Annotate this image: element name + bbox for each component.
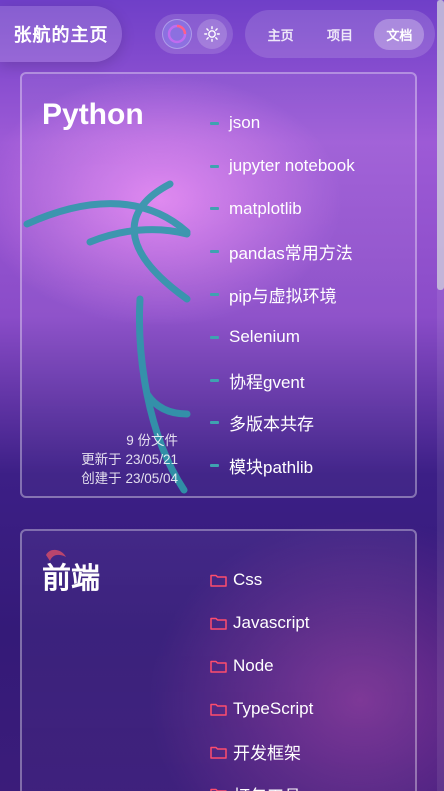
theme-color-toggle[interactable] — [161, 19, 192, 49]
doc-item-label: Selenium — [229, 327, 300, 347]
created-date: 创建于 23/05/04 — [81, 471, 178, 486]
folder-item[interactable]: 打包工具 — [210, 773, 313, 791]
folder-item[interactable]: Javascript — [210, 602, 313, 645]
dash-icon — [210, 421, 219, 425]
nav-home[interactable]: 主页 — [256, 19, 306, 50]
folder-item-label: Node — [233, 655, 274, 675]
doc-item-label: pandas常用方法 — [229, 244, 353, 264]
doc-card-python[interactable]: Python 9 份文件 更新于 23/05/21 创建于 23/05/04 j… — [20, 72, 417, 498]
scrollbar[interactable] — [437, 0, 444, 791]
folder-item[interactable]: Node — [210, 645, 313, 688]
main-nav: 主页 项目 文档 — [245, 10, 435, 58]
folder-item[interactable]: Css — [210, 559, 313, 602]
theme-color-icon — [167, 24, 186, 44]
doc-item-label: jupyter notebook — [229, 156, 355, 176]
dash-icon — [210, 464, 219, 468]
doc-card-frontend[interactable]: 前端 Css Javascript Node TypeScript 开发框架 打… — [20, 529, 417, 791]
file-count: 9 份文件 — [126, 433, 178, 448]
section-meta: 9 份文件 更新于 23/05/21 创建于 23/05/04 — [52, 431, 178, 488]
folder-item[interactable]: 开发框架 — [210, 730, 313, 773]
folder-icon — [210, 617, 227, 630]
doc-item[interactable]: json — [210, 102, 355, 145]
nav-docs[interactable]: 文档 — [374, 18, 425, 50]
doc-item-label: pip与虚拟环境 — [229, 287, 337, 307]
toggle-group — [155, 14, 233, 54]
folder-item-label: 开发框架 — [233, 744, 301, 764]
doc-item-label: matplotlib — [229, 198, 302, 218]
folder-icon — [210, 746, 227, 759]
dash-icon — [210, 335, 219, 339]
folder-item-label: 打包工具 — [233, 782, 301, 791]
folder-item-label: TypeScript — [233, 698, 314, 718]
doc-item-label: json — [229, 113, 261, 133]
section-title: Python — [42, 98, 144, 131]
folder-item-label: Javascript — [233, 613, 310, 633]
doc-item[interactable]: Selenium — [210, 316, 355, 359]
site-brand[interactable]: 张航的主页 — [0, 6, 122, 62]
dash-icon — [210, 164, 219, 168]
dash-icon — [210, 121, 219, 125]
sun-icon — [203, 26, 220, 42]
doc-item[interactable]: 协程gvent — [210, 359, 355, 402]
updated-date: 更新于 23/05/21 — [81, 452, 178, 467]
folder-icon — [210, 660, 227, 673]
folder-icon — [210, 575, 227, 588]
doc-list: json jupyter notebook matplotlib pandas常… — [210, 102, 355, 487]
doc-item[interactable]: pandas常用方法 — [210, 230, 355, 273]
doc-item[interactable]: 多版本共存 — [210, 402, 355, 445]
scrollbar-thumb[interactable] — [437, 0, 444, 290]
folder-item[interactable]: TypeScript — [210, 687, 313, 730]
dash-icon — [210, 293, 219, 297]
doc-item[interactable]: pip与虚拟环境 — [210, 273, 355, 316]
dash-icon — [210, 207, 219, 211]
light-mode-toggle[interactable] — [196, 19, 227, 49]
folder-icon — [210, 789, 227, 791]
nav-projects[interactable]: 项目 — [315, 19, 365, 50]
dash-icon — [210, 250, 219, 254]
folder-icon — [210, 703, 227, 716]
doc-item[interactable]: 模块pathlib — [210, 444, 355, 487]
doc-item-label: 模块pathlib — [229, 458, 314, 478]
section-title: 前端 — [42, 563, 101, 595]
doc-item[interactable]: jupyter notebook — [210, 145, 355, 188]
doc-item[interactable]: matplotlib — [210, 188, 355, 231]
folder-item-label: Css — [233, 570, 263, 590]
doc-item-label: 协程gvent — [229, 372, 305, 392]
folder-list: Css Javascript Node TypeScript 开发框架 打包工具 — [210, 559, 313, 791]
dash-icon — [210, 378, 219, 382]
doc-item-label: 多版本共存 — [229, 415, 314, 435]
